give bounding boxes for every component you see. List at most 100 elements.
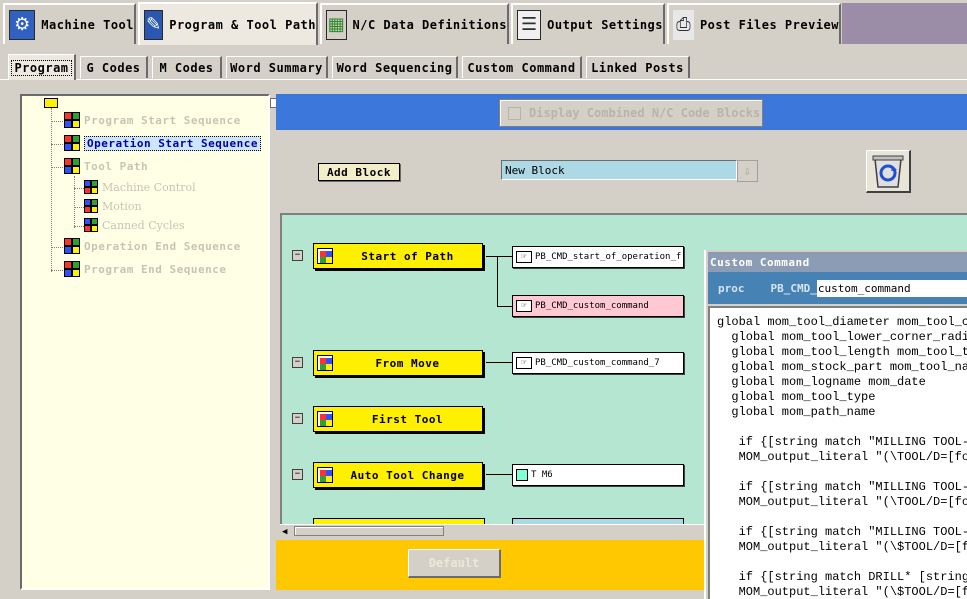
block-label: PB_CMD_custom_command bbox=[535, 301, 649, 311]
scroll-left-icon[interactable]: ◀ bbox=[282, 527, 287, 537]
tree-item-label: Program Start Sequence bbox=[84, 113, 241, 127]
tab-m-codes[interactable]: M Codes bbox=[152, 56, 222, 78]
new-block-select[interactable]: New Block bbox=[501, 160, 737, 180]
code-line: MOM_output_literal "(\$TOOL/D=[fo bbox=[717, 585, 967, 599]
cube-icon bbox=[84, 218, 98, 232]
event-auto-tool-change[interactable]: Auto Tool Change bbox=[313, 462, 483, 488]
tree-item-label: Operation End Sequence bbox=[84, 239, 241, 253]
tab-label: Post Files Preview bbox=[699, 17, 839, 32]
program-tree: Program Start Sequence Operation Start S… bbox=[20, 94, 270, 590]
tab-custom-command[interactable]: Custom Command bbox=[462, 56, 582, 78]
scroll-thumb[interactable] bbox=[294, 526, 444, 536]
event-icon bbox=[317, 355, 333, 371]
collapse-toggle[interactable]: − bbox=[292, 469, 303, 480]
tree-item-label: Tool Path bbox=[84, 159, 149, 173]
tree-item-motion[interactable]: Motion bbox=[84, 199, 142, 213]
select-value: New Block bbox=[505, 163, 565, 177]
tab-machine-tool[interactable]: ⚙ Machine Tool bbox=[3, 3, 136, 44]
window-title[interactable]: Custom Command bbox=[708, 252, 967, 272]
add-block-button[interactable]: Add Block bbox=[318, 163, 400, 181]
event-start-of-path[interactable]: Start of Path bbox=[313, 243, 483, 269]
tab-program-tool-path[interactable]: ✎ Program & Tool Path bbox=[138, 2, 318, 45]
code-line: MOM_output_literal "(\TOOL/D=[for bbox=[717, 495, 967, 509]
code-line: global mom_stock_part mom_tool_nam bbox=[717, 360, 967, 374]
code-editor[interactable]: global mom_tool_diameter mom_tool_co glo… bbox=[708, 306, 967, 599]
code-line: global mom_logname mom_date bbox=[717, 375, 926, 389]
tree-line bbox=[51, 144, 65, 145]
cube-icon bbox=[64, 261, 80, 277]
button-label: Default bbox=[428, 556, 480, 570]
code-line: MOM_output_literal "(\TOOL/D=[for bbox=[717, 450, 967, 464]
tab-g-codes[interactable]: G Codes bbox=[80, 56, 148, 78]
block-pb-cmd-custom-command-7[interactable]: ☞ PB_CMD_custom_command_7 bbox=[512, 352, 684, 374]
block-label: PB_CMD_start_of_operation_f... bbox=[535, 252, 684, 262]
event-icon bbox=[317, 411, 333, 427]
code-line: global mom_tool_type bbox=[717, 390, 876, 404]
default-button[interactable]: Default bbox=[408, 549, 501, 578]
code-line: if {[string match "MILLING TOOL-5 bbox=[717, 435, 967, 449]
cube-icon bbox=[64, 135, 80, 151]
nc-data-icon: ▦ bbox=[326, 9, 347, 40]
chevron-down-icon[interactable]: ⇩ bbox=[737, 160, 758, 182]
button-label: Add Block bbox=[326, 165, 392, 179]
code-line: global mom_tool_diameter mom_tool_co bbox=[717, 315, 967, 329]
tab-label: N/C Data Definitions bbox=[352, 17, 507, 32]
event-label: From Move bbox=[375, 356, 440, 370]
tab-linked-posts[interactable]: Linked Posts bbox=[586, 56, 690, 78]
tab-label: Custom Command bbox=[467, 60, 576, 75]
tab-label: Program & Tool Path bbox=[169, 17, 316, 32]
tree-line bbox=[74, 226, 84, 227]
tree-item-program-start-sequence[interactable]: Program Start Sequence bbox=[64, 112, 241, 128]
event-from-move[interactable]: From Move bbox=[313, 350, 483, 376]
tree-item-tool-path[interactable]: Tool Path bbox=[64, 158, 148, 174]
tab-label: Word Sequencing bbox=[336, 60, 453, 75]
output-settings-icon: ☰ bbox=[517, 9, 542, 40]
tree-item-canned-cycles[interactable]: Canned Cycles bbox=[84, 218, 185, 232]
event-icon bbox=[317, 248, 333, 264]
block-tool-change-word[interactable]: T M6 bbox=[512, 464, 684, 486]
tree-line bbox=[74, 207, 84, 208]
command-name-input[interactable] bbox=[816, 279, 967, 297]
tab-nc-data-definitions[interactable]: ▦ N/C Data Definitions bbox=[320, 3, 509, 44]
cube-icon bbox=[516, 469, 528, 481]
tree-line bbox=[74, 188, 84, 189]
block-pb-cmd-custom-command[interactable]: ☞ PB_CMD_custom_command bbox=[512, 295, 684, 317]
code-line: global mom_path_name bbox=[717, 405, 876, 419]
tab-program[interactable]: Program bbox=[8, 54, 76, 80]
cube-icon bbox=[64, 112, 80, 128]
collapse-toggle[interactable]: − bbox=[292, 357, 303, 368]
sub-tab-bar: Program G Codes M Codes Word Summary Wor… bbox=[0, 46, 967, 80]
tool-path-icon: ✎ bbox=[144, 9, 164, 40]
tree-line bbox=[51, 247, 65, 248]
connector-line bbox=[486, 256, 512, 257]
tab-word-sequencing[interactable]: Word Sequencing bbox=[332, 56, 458, 78]
folder-icon bbox=[44, 98, 58, 108]
tab-post-files-preview[interactable]: ⎙ Post Files Preview bbox=[667, 3, 841, 44]
tab-label: Word Summary bbox=[230, 60, 323, 75]
cube-icon bbox=[84, 180, 98, 194]
canvas-horizontal-scrollbar[interactable]: ◀ bbox=[280, 524, 704, 538]
code-line: global mom_tool_lower_corner_radiu bbox=[717, 330, 967, 344]
tree-item-label: Motion bbox=[102, 199, 142, 213]
tree-item-program-end-sequence[interactable]: Program End Sequence bbox=[64, 261, 226, 277]
code-line: if {[string match "MILLING TOOL-T bbox=[717, 525, 967, 539]
tree-line bbox=[51, 270, 65, 271]
window-title-text: Custom Command bbox=[710, 255, 810, 269]
display-combined-checkbox[interactable]: Display Combined N/C Code Blocks bbox=[499, 99, 763, 127]
tree-item-operation-start-sequence[interactable]: Operation Start Sequence bbox=[64, 135, 261, 151]
cube-icon bbox=[64, 238, 80, 254]
tree-item-machine-control[interactable]: Machine Control bbox=[84, 180, 196, 194]
tab-word-summary[interactable]: Word Summary bbox=[226, 56, 328, 78]
tree-scrollbar[interactable] bbox=[270, 94, 278, 590]
trash-button[interactable] bbox=[866, 150, 911, 193]
collapse-toggle[interactable]: − bbox=[292, 250, 303, 261]
collapse-toggle[interactable]: − bbox=[292, 413, 303, 424]
checkbox-icon[interactable] bbox=[508, 106, 521, 120]
tree-item-operation-end-sequence[interactable]: Operation End Sequence bbox=[64, 238, 241, 254]
block-pb-cmd-start-of-operation[interactable]: ☞ PB_CMD_start_of_operation_f... bbox=[512, 246, 684, 268]
tab-output-settings[interactable]: ☰ Output Settings bbox=[511, 3, 665, 44]
connector-line bbox=[497, 306, 512, 307]
event-first-tool[interactable]: First Tool bbox=[313, 406, 483, 432]
